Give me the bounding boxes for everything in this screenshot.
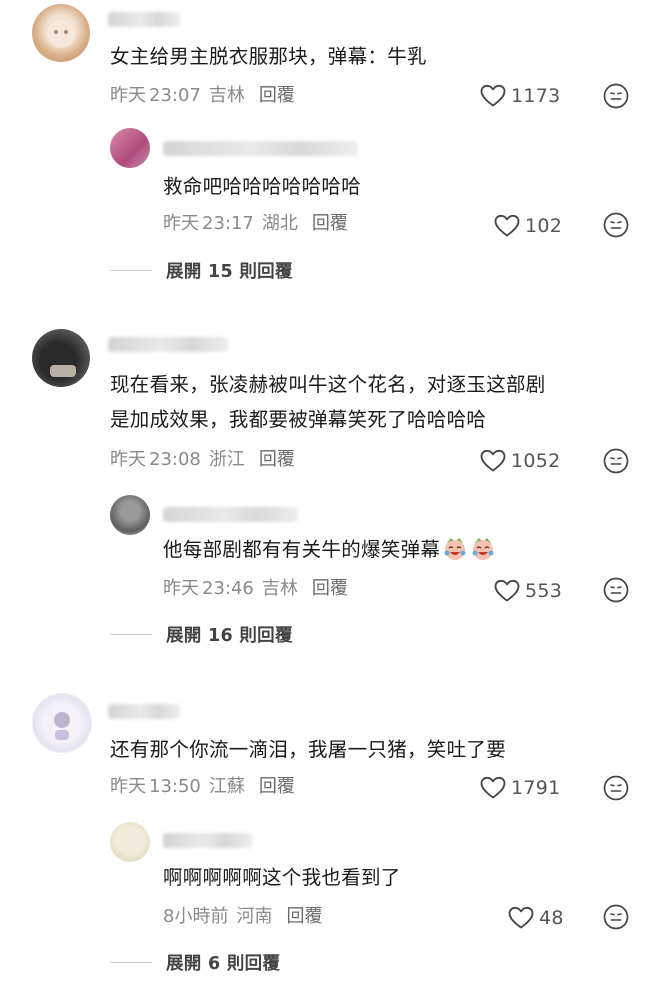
smile-face-icon[interactable] bbox=[603, 448, 629, 474]
reply-meta: 昨天 23:46 吉林 回覆 bbox=[163, 576, 348, 602]
comment-location: 江蘇 bbox=[208, 776, 245, 797]
reply-avatar[interactable] bbox=[110, 495, 150, 535]
smile-face-icon[interactable] bbox=[603, 577, 629, 603]
comment-text: 还有那个你流一滴泪，我屠一只猪，笑吐了要 bbox=[110, 738, 507, 761]
comment-time: 23:08 bbox=[149, 449, 201, 470]
comment-date: 昨天 bbox=[110, 85, 146, 106]
username[interactable] bbox=[108, 12, 180, 27]
expand-replies-button[interactable]: 展開 15 則回覆 bbox=[110, 257, 293, 283]
comment-time: 23:07 bbox=[149, 85, 201, 106]
username[interactable] bbox=[108, 704, 180, 719]
divider-line bbox=[110, 633, 152, 635]
reply-button[interactable]: 回覆 bbox=[259, 449, 295, 470]
expand-replies-button[interactable]: 展開 16 則回覆 bbox=[110, 621, 293, 647]
reply-text-content: 他每部剧都有有关牛的爆笑弹幕 bbox=[163, 538, 441, 561]
smile-face-icon[interactable] bbox=[603, 212, 629, 238]
like-count: 553 bbox=[525, 580, 563, 602]
comment-date: 昨天 bbox=[110, 776, 146, 797]
reply-date: 昨天 bbox=[163, 213, 199, 234]
reply-avatar[interactable] bbox=[110, 128, 150, 168]
comment-text: 现在看来，张凌赫被叫牛这个花名，对逐玉这部剧 bbox=[110, 373, 546, 396]
smile-face-icon[interactable] bbox=[603, 775, 629, 801]
reply-text: 啊啊啊啊啊这个我也看到了 bbox=[163, 866, 401, 889]
comment-text: 女主给男主脱衣服那块，弹幕：牛乳 bbox=[110, 45, 427, 68]
laugh-cry-face-icon bbox=[444, 538, 466, 560]
like-count: 102 bbox=[525, 215, 563, 237]
expand-replies-label: 展開 15 則回覆 bbox=[166, 261, 293, 282]
like-count: 1052 bbox=[511, 450, 561, 472]
reply-text: 他每部剧都有有关牛的爆笑弹幕 bbox=[163, 533, 496, 567]
reply-location: 湖北 bbox=[261, 213, 298, 234]
reply-time: 23:17 bbox=[202, 213, 254, 234]
avatar[interactable] bbox=[32, 329, 90, 387]
like-count: 1791 bbox=[511, 777, 561, 799]
like-button[interactable]: 1791 bbox=[480, 774, 561, 802]
reply-button[interactable]: 回覆 bbox=[259, 85, 295, 106]
heart-outline-icon bbox=[508, 906, 534, 929]
reply-text: 救命吧哈哈哈哈哈哈哈 bbox=[163, 175, 362, 198]
like-count: 1173 bbox=[511, 85, 561, 107]
like-button[interactable]: 48 bbox=[508, 904, 564, 932]
heart-outline-icon bbox=[494, 579, 520, 602]
divider-line bbox=[110, 961, 152, 963]
like-button[interactable]: 102 bbox=[494, 212, 562, 240]
like-button[interactable]: 553 bbox=[494, 577, 562, 605]
comment-meta: 昨天 23:07 吉林 回覆 bbox=[110, 83, 295, 109]
reply-button[interactable]: 回覆 bbox=[312, 213, 348, 234]
heart-outline-icon bbox=[480, 449, 506, 472]
reply-date: 昨天 bbox=[163, 578, 199, 599]
reply-time: 23:46 bbox=[202, 578, 254, 599]
reply-avatar[interactable] bbox=[110, 822, 150, 862]
reply-button[interactable]: 回覆 bbox=[312, 578, 348, 599]
reply-username[interactable] bbox=[163, 833, 253, 848]
avatar[interactable] bbox=[32, 4, 90, 62]
reply-date: 8小時前 bbox=[163, 906, 229, 927]
heart-outline-icon bbox=[480, 776, 506, 799]
like-button[interactable]: 1052 bbox=[480, 447, 561, 475]
expand-replies-button[interactable]: 展開 6 則回覆 bbox=[110, 949, 280, 975]
reply-meta: 昨天 23:17 湖北 回覆 bbox=[163, 211, 348, 237]
like-count: 48 bbox=[539, 907, 564, 929]
comment-location: 浙江 bbox=[208, 449, 245, 470]
reply-location: 吉林 bbox=[261, 578, 298, 599]
reply-username[interactable] bbox=[163, 507, 298, 522]
divider-line bbox=[110, 269, 152, 271]
comment-text: 是加成效果，我都要被弹幕笑死了哈哈哈哈 bbox=[110, 408, 487, 431]
comment-location: 吉林 bbox=[208, 85, 245, 106]
reply-meta: 8小時前 河南 回覆 bbox=[163, 904, 322, 930]
avatar[interactable] bbox=[32, 693, 92, 753]
heart-outline-icon bbox=[480, 84, 506, 107]
reply-button[interactable]: 回覆 bbox=[259, 776, 295, 797]
reply-button[interactable]: 回覆 bbox=[286, 906, 322, 927]
username[interactable] bbox=[108, 337, 228, 352]
expand-replies-label: 展開 6 則回覆 bbox=[166, 953, 281, 974]
smile-face-icon[interactable] bbox=[603, 83, 629, 109]
laugh-cry-face-icon bbox=[472, 538, 494, 560]
comment-time: 13:50 bbox=[149, 776, 201, 797]
comment-meta: 昨天 23:08 浙江 回覆 bbox=[110, 447, 295, 473]
comment-date: 昨天 bbox=[110, 449, 146, 470]
heart-outline-icon bbox=[494, 214, 520, 237]
like-button[interactable]: 1173 bbox=[480, 82, 561, 110]
comment-meta: 昨天 13:50 江蘇 回覆 bbox=[110, 774, 295, 800]
reply-location: 河南 bbox=[236, 906, 273, 927]
expand-replies-label: 展開 16 則回覆 bbox=[166, 625, 293, 646]
smile-face-icon[interactable] bbox=[603, 904, 629, 930]
reply-username[interactable] bbox=[163, 141, 358, 156]
